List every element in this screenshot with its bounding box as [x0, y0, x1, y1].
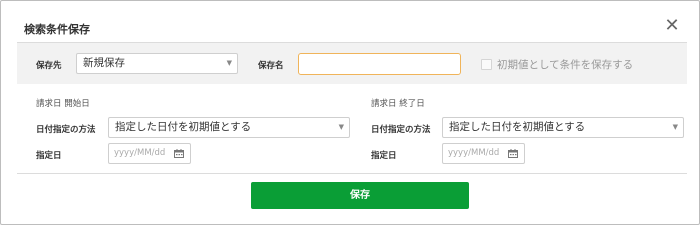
start-date-label: 指定日: [36, 151, 62, 161]
chevron-down-icon: ▼: [226, 59, 232, 67]
save-name-label: 保存名: [258, 61, 284, 71]
start-method-select[interactable]: 指定した日付を初期値とする ▼: [108, 117, 350, 138]
calendar-icon[interactable]: [508, 149, 518, 158]
save-button[interactable]: 保存: [251, 182, 469, 209]
footer-divider: [17, 173, 687, 174]
start-date-placeholder: yyyy/MM/dd: [114, 148, 166, 158]
save-search-condition-dialog: 検索条件保存 ✕ 保存先 新規保存 ▼ 保存名 初期値として条件を保存する 請求…: [0, 0, 700, 225]
chevron-down-icon: ▼: [672, 123, 678, 131]
destination-select[interactable]: 新規保存 ▼: [76, 53, 238, 74]
end-date-section-title: 請求日 終了日: [371, 99, 425, 109]
start-date-input[interactable]: yyyy/MM/dd: [108, 143, 191, 164]
close-icon[interactable]: ✕: [664, 17, 680, 35]
start-date-section-title: 請求日 開始日: [36, 99, 90, 109]
end-method-label: 日付指定の方法: [371, 125, 431, 135]
calendar-icon[interactable]: [174, 149, 184, 158]
end-date-input[interactable]: yyyy/MM/dd: [442, 143, 525, 164]
default-condition-checkbox-label: 初期値として条件を保存する: [497, 59, 634, 71]
chevron-down-icon: ▼: [338, 123, 344, 131]
save-name-input[interactable]: [298, 53, 461, 75]
end-date-label: 指定日: [371, 151, 397, 161]
start-method-label: 日付指定の方法: [36, 125, 96, 135]
destination-select-value: 新規保存: [83, 57, 125, 69]
start-method-select-value: 指定した日付を初期値とする: [115, 121, 252, 133]
end-method-select-value: 指定した日付を初期値とする: [449, 121, 586, 133]
destination-label: 保存先: [36, 61, 62, 71]
end-method-select[interactable]: 指定した日付を初期値とする ▼: [442, 117, 684, 138]
end-date-placeholder: yyyy/MM/dd: [448, 148, 500, 158]
dialog-title: 検索条件保存: [24, 23, 90, 36]
default-condition-checkbox[interactable]: [481, 59, 492, 70]
